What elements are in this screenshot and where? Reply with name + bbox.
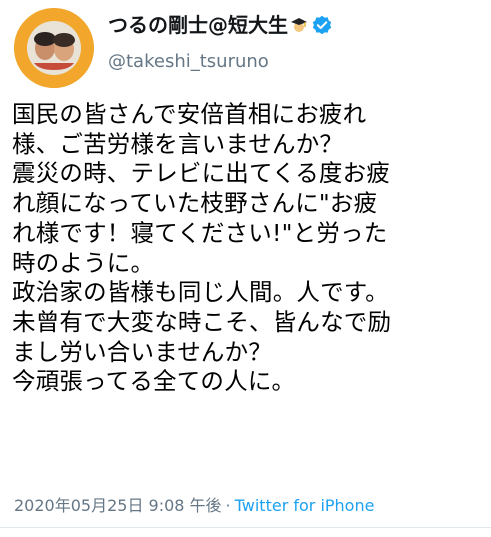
avatar-image xyxy=(14,8,94,88)
tweet-source-link[interactable]: Twitter for iPhone xyxy=(235,496,375,515)
display-name[interactable]: つるの剛士@短大生 xyxy=(108,10,288,40)
graduation-cap-icon xyxy=(290,16,308,34)
tweet-line: 国民の皆さんで安倍首相にお疲れ xyxy=(12,100,367,128)
avatar[interactable] xyxy=(14,8,94,88)
meta-separator: · xyxy=(225,496,231,515)
tweet-line: 今頑張ってる全ての人に。 xyxy=(12,367,296,396)
tweet-line: 未曾有で大変な時こそ、皆んなで励 xyxy=(12,307,392,336)
verified-badge-icon xyxy=(312,15,332,35)
tweet-card: つるの剛士@短大生 @takeshi_tsuruno 国民の皆さんで安倍首相にお… xyxy=(0,0,491,537)
display-name-row: つるの剛士@短大生 xyxy=(108,10,478,40)
author-handle[interactable]: @takeshi_tsuruno xyxy=(108,48,478,76)
tweet-meta: 2020年05月25日 9:08 午後 · Twitter for iPhone xyxy=(14,494,374,518)
tweet-line: 時のように。 xyxy=(12,248,155,277)
author-names: つるの剛士@短大生 @takeshi_tsuruno xyxy=(108,10,478,76)
bottom-divider xyxy=(0,527,491,528)
tweet-header: つるの剛士@短大生 @takeshi_tsuruno xyxy=(14,8,484,88)
tweet-line: れ様です！寝てください!"と労った xyxy=(12,218,388,247)
tweet-timestamp[interactable]: 2020年05月25日 9:08 午後 xyxy=(14,496,222,515)
tweet-line: 震災の時、テレビに出てくる度お疲 xyxy=(12,159,391,188)
tweet-body: 国民の皆さんで安倍首相にお疲れ 様、ご苦労様を言いませんか？ 震災の時、テレビに… xyxy=(12,100,486,397)
tweet-line: まし労い合いませんか？ xyxy=(12,337,272,366)
tweet-line: 様、ご苦労様を言いませんか？ xyxy=(12,129,344,158)
tweet-line: れ顔になっていた枝野さんに"お疲 xyxy=(12,189,378,218)
tweet-line: 政治家の皆様も同じ人間。人です。 xyxy=(12,278,389,307)
